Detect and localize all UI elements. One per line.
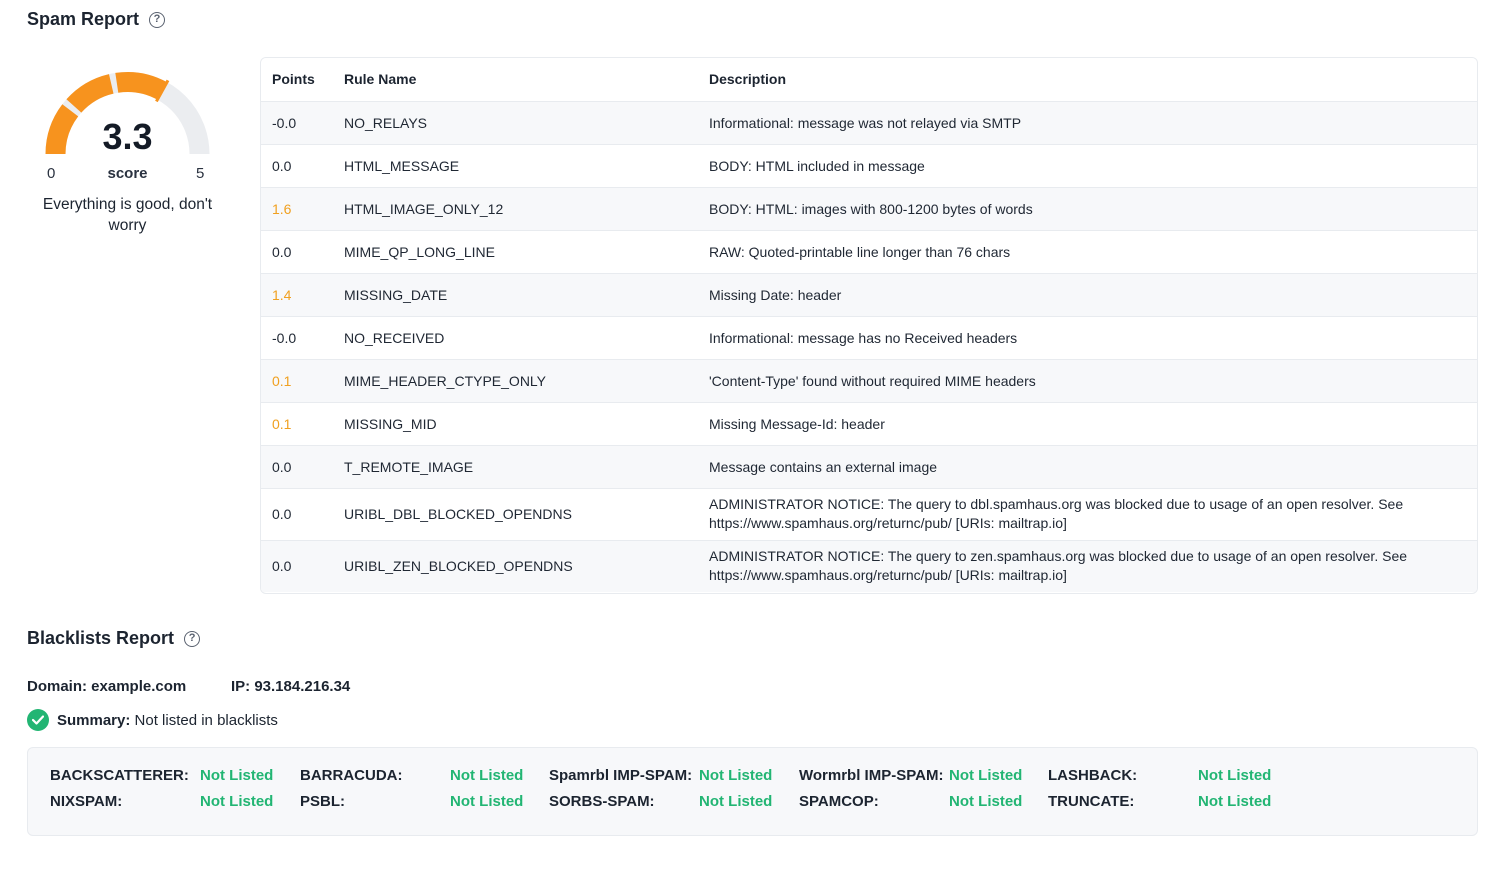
table-row: -0.0 NO_RECEIVED Informational: message ha… <box>261 316 1477 360</box>
rule-name: T_REMOTE_IMAGE <box>333 445 698 489</box>
ip-label: IP: 93.184.216.34 <box>231 678 351 695</box>
blacklist-status: Not Listed <box>450 767 524 784</box>
blacklist-status: Not Listed <box>949 793 1023 810</box>
question-circle-icon[interactable]: ? <box>149 11 166 28</box>
blacklist-name: NIXSPAM: <box>50 793 123 810</box>
blacklist-status: Not Listed <box>699 793 773 810</box>
rule-points: -0.0 <box>261 101 333 145</box>
spam-report-title-text: Spam Report <box>27 9 140 29</box>
blacklist-status: Not Listed <box>450 793 524 810</box>
spam-score-gauge: 3.3 0 score 5 Everything is good, don't … <box>30 62 225 252</box>
check-circle-icon <box>27 709 49 731</box>
gauge-fill-segment <box>115 72 168 100</box>
rule-description: 'Content-Type' found without required MI… <box>698 359 1477 403</box>
rule-description: Informational: message has no Received h… <box>698 316 1477 360</box>
table-row: 0.0 HTML_MESSAGE BODY: HTML included in me… <box>261 144 1477 188</box>
blacklist-summary: Summary: Not listed in blacklists <box>27 709 278 731</box>
blacklist-name: LASHBACK: <box>1048 767 1138 784</box>
spam-report-title: Spam Report ? <box>27 9 166 30</box>
rule-name: MIME_QP_LONG_LINE <box>333 230 698 274</box>
table-header-row: Points Rule Name Description <box>261 58 1477 102</box>
rule-name: HTML_MESSAGE <box>333 144 698 188</box>
table-row: 1.6 HTML_IMAGE_ONLY_12 BODY: HTML: images … <box>261 187 1477 231</box>
blacklists-report-title: Blacklists Report ? <box>27 628 201 649</box>
table-row: 0.1 MISSING_MID Missing Message-Id: header <box>261 402 1477 446</box>
spam-rules-table: Points Rule Name Description -0.0 NO_RELA… <box>260 57 1478 594</box>
rule-name: HTML_IMAGE_ONLY_12 <box>333 187 698 231</box>
rule-description: ADMINISTRATOR NOTICE: The query to dbl.s… <box>698 488 1477 541</box>
header-points: Points <box>261 58 333 102</box>
rule-points: 1.6 <box>261 187 333 231</box>
rule-points: 0.0 <box>261 540 333 592</box>
table-row: 0.0 T_REMOTE_IMAGE Message contains an ext… <box>261 445 1477 489</box>
rule-points: 0.0 <box>261 144 333 188</box>
blacklist-status: Not Listed <box>200 767 274 784</box>
header-description: Description <box>698 58 1477 102</box>
blacklist-status: Not Listed <box>200 793 274 810</box>
rule-points: 0.0 <box>261 230 333 274</box>
rule-points: 0.1 <box>261 359 333 403</box>
domain-label: Domain: example.com <box>27 678 187 695</box>
blacklist-status: Not Listed <box>699 767 773 784</box>
blacklist-name: SPAMCOP: <box>799 793 879 810</box>
rule-name: MIME_HEADER_CTYPE_ONLY <box>333 359 698 403</box>
blacklist-name: Spamrbl IMP-SPAM: <box>549 767 693 784</box>
header-rule-name: Rule Name <box>333 58 698 102</box>
rule-description: Missing Date: header <box>698 273 1477 317</box>
blacklist-name: TRUNCATE: <box>1048 793 1135 810</box>
blacklist-status: Not Listed <box>949 767 1023 784</box>
gauge-score-value: 3.3 <box>102 116 153 157</box>
rule-name: NO_RECEIVED <box>333 316 698 360</box>
blacklist-name: SORBS-SPAM: <box>549 793 655 810</box>
rule-description: ADMINISTRATOR NOTICE: The query to zen.s… <box>698 540 1477 592</box>
gauge-fill-segment <box>66 74 114 113</box>
table-row: 1.4 MISSING_DATE Missing Date: header <box>261 273 1477 317</box>
rule-description: Informational: message was not relayed v… <box>698 101 1477 145</box>
rule-points: 0.0 <box>261 445 333 489</box>
rule-points: 0.0 <box>261 488 333 541</box>
rule-points: -0.0 <box>261 316 333 360</box>
rule-name: NO_RELAYS <box>333 101 698 145</box>
rule-description: Message contains an external image <box>698 445 1477 489</box>
blacklist-name: PSBL: <box>300 793 345 810</box>
table-row: 0.0 URIBL_ZEN_BLOCKED_OPENDNS ADMINISTRATO… <box>261 540 1477 592</box>
rule-description: Missing Message-Id: header <box>698 402 1477 446</box>
blacklist-name: BARRACUDA: <box>300 767 403 784</box>
rule-name: MISSING_DATE <box>333 273 698 317</box>
summary-label: Summary: <box>57 711 131 729</box>
blacklist-name: Wormrbl IMP-SPAM: <box>799 767 944 784</box>
rule-description: BODY: HTML included in message <box>698 144 1477 188</box>
question-circle-icon[interactable]: ? <box>184 630 201 647</box>
gauge-max-label: 5 <box>196 165 205 182</box>
rule-name: MISSING_MID <box>333 402 698 446</box>
blacklist-status-panel: BACKSCATTERER: Not Listed BARRACUDA: Not Li… <box>27 747 1478 836</box>
blacklist-status: Not Listed <box>1198 767 1272 784</box>
table-row: 0.1 MIME_HEADER_CTYPE_ONLY 'Content-Type' … <box>261 359 1477 403</box>
table-row: -0.0 NO_RELAYS Informational: message was … <box>261 101 1477 145</box>
rule-description: RAW: Quoted-printable line longer than 7… <box>698 230 1477 274</box>
blacklist-name: BACKSCATTERER: <box>50 767 189 784</box>
blacklist-status: Not Listed <box>1198 793 1272 810</box>
rule-name: URIBL_DBL_BLOCKED_OPENDNS <box>333 488 698 541</box>
gauge-status-note: Everything is good, don't worry <box>42 196 213 234</box>
table-row: 0.0 MIME_QP_LONG_LINE RAW: Quoted-printabl… <box>261 230 1477 274</box>
blacklists-report-title-text: Blacklists Report <box>27 628 175 648</box>
summary-value: Not listed in blacklists <box>130 711 278 729</box>
rule-name: URIBL_ZEN_BLOCKED_OPENDNS <box>333 540 698 592</box>
rule-points: 1.4 <box>261 273 333 317</box>
rule-description: BODY: HTML: images with 800-1200 bytes o… <box>698 187 1477 231</box>
table-row: 0.0 URIBL_DBL_BLOCKED_OPENDNS ADMINISTRATO… <box>261 488 1477 541</box>
rule-points: 0.1 <box>261 402 333 446</box>
